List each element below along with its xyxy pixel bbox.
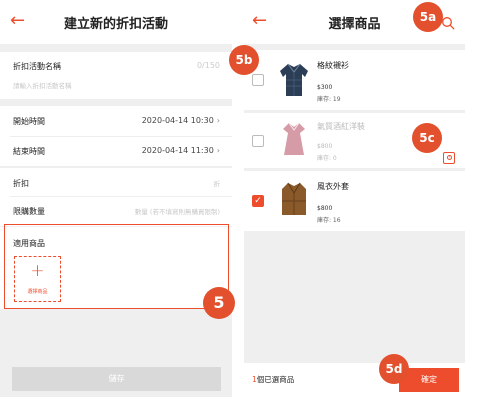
- callout-badge: 5b: [229, 45, 259, 75]
- end-time-row[interactable]: 結束時間 2020-04-14 11:30 ›: [0, 136, 232, 166]
- product-name: 氣質酒紅洋裝: [317, 122, 365, 131]
- product-stock: 庫存: 0: [317, 155, 337, 162]
- save-button[interactable]: 儲存: [12, 367, 221, 391]
- divider: [10, 196, 232, 197]
- discount-row[interactable]: 折扣 折: [0, 168, 232, 198]
- product-name: 風衣外套: [317, 182, 349, 191]
- product-checkbox[interactable]: ✓: [252, 195, 264, 207]
- select-products-panel: ← 選擇商品 格紋襯衫 $300 庫存: 19 氣質酒紅洋裝 $800 庫存: …: [244, 0, 465, 397]
- callout-badge: 5d: [379, 354, 409, 384]
- end-time-value: 2020-04-14 11:30: [141, 146, 214, 155]
- product-item[interactable]: 格紋襯衫 $300 庫存: 19: [244, 50, 465, 110]
- highlight-frame: [4, 224, 229, 309]
- discount-name-field[interactable]: 折扣活動名稱 0/150 請輸入折扣活動名稱: [0, 52, 232, 99]
- product-price: $800: [317, 205, 333, 212]
- selected-count-label: 個已選商品: [256, 375, 295, 384]
- chevron-right-icon: ›: [216, 116, 220, 125]
- shirt-thumbnail: [280, 63, 308, 96]
- chevron-right-icon: ›: [216, 146, 220, 155]
- product-name: 格紋襯衫: [317, 61, 349, 70]
- discount-input[interactable]: 折: [214, 178, 221, 188]
- divider: [10, 136, 232, 137]
- purchase-limit-input[interactable]: 數量 (若不填寫則無購買限制): [135, 206, 220, 216]
- dress-thumbnail: [283, 122, 305, 155]
- end-time-label: 結束時間: [13, 147, 45, 156]
- product-checkbox[interactable]: [252, 74, 264, 86]
- create-discount-panel: ← 建立新的折扣活動 折扣活動名稱 0/150 請輸入折扣活動名稱 開始時間 2…: [0, 0, 232, 397]
- coat-thumbnail: [282, 182, 306, 215]
- callout-badge: 5a: [413, 2, 443, 32]
- discount-name-label: 折扣活動名稱: [13, 62, 61, 71]
- product-stock: 庫存: 19: [317, 96, 341, 103]
- callout-badge: 5: [203, 287, 235, 319]
- start-time-row[interactable]: 開始時間 2020-04-14 10:30 ›: [0, 106, 232, 136]
- info-icon[interactable]: !: [443, 152, 455, 164]
- purchase-limit-label: 限購數量: [13, 207, 45, 216]
- page-title: 建立新的折扣活動: [63, 17, 168, 32]
- callout-badge: 5c: [412, 123, 442, 153]
- product-checkbox: [252, 135, 264, 147]
- start-time-value: 2020-04-14 10:30: [141, 116, 214, 125]
- product-item[interactable]: ✓ 風衣外套 $800 庫存: 16: [244, 171, 465, 231]
- purchase-limit-row[interactable]: 限購數量 數量 (若不填寫則無購買限制): [0, 196, 232, 226]
- header: ← 建立新的折扣活動: [0, 0, 232, 44]
- search-icon[interactable]: [441, 16, 455, 30]
- char-counter: 0/150: [196, 61, 220, 70]
- product-price: $300: [317, 84, 333, 91]
- footer-bar: 1個已選商品 確定: [244, 363, 465, 397]
- discount-name-input[interactable]: 請輸入折扣活動名稱: [13, 80, 72, 90]
- start-time-label: 開始時間: [13, 117, 45, 126]
- discount-label: 折扣: [13, 179, 29, 188]
- product-stock: 庫存: 16: [317, 217, 341, 224]
- product-price: $800: [317, 143, 333, 150]
